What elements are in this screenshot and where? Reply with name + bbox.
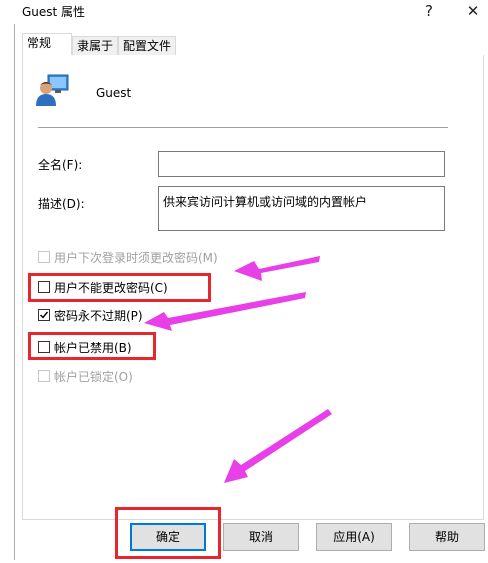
annotation-arrows xyxy=(144,256,332,483)
annotation-arrow-2 xyxy=(144,292,306,331)
annotation-arrow-3 xyxy=(224,409,332,483)
annotation-arrow-1 xyxy=(234,256,320,281)
